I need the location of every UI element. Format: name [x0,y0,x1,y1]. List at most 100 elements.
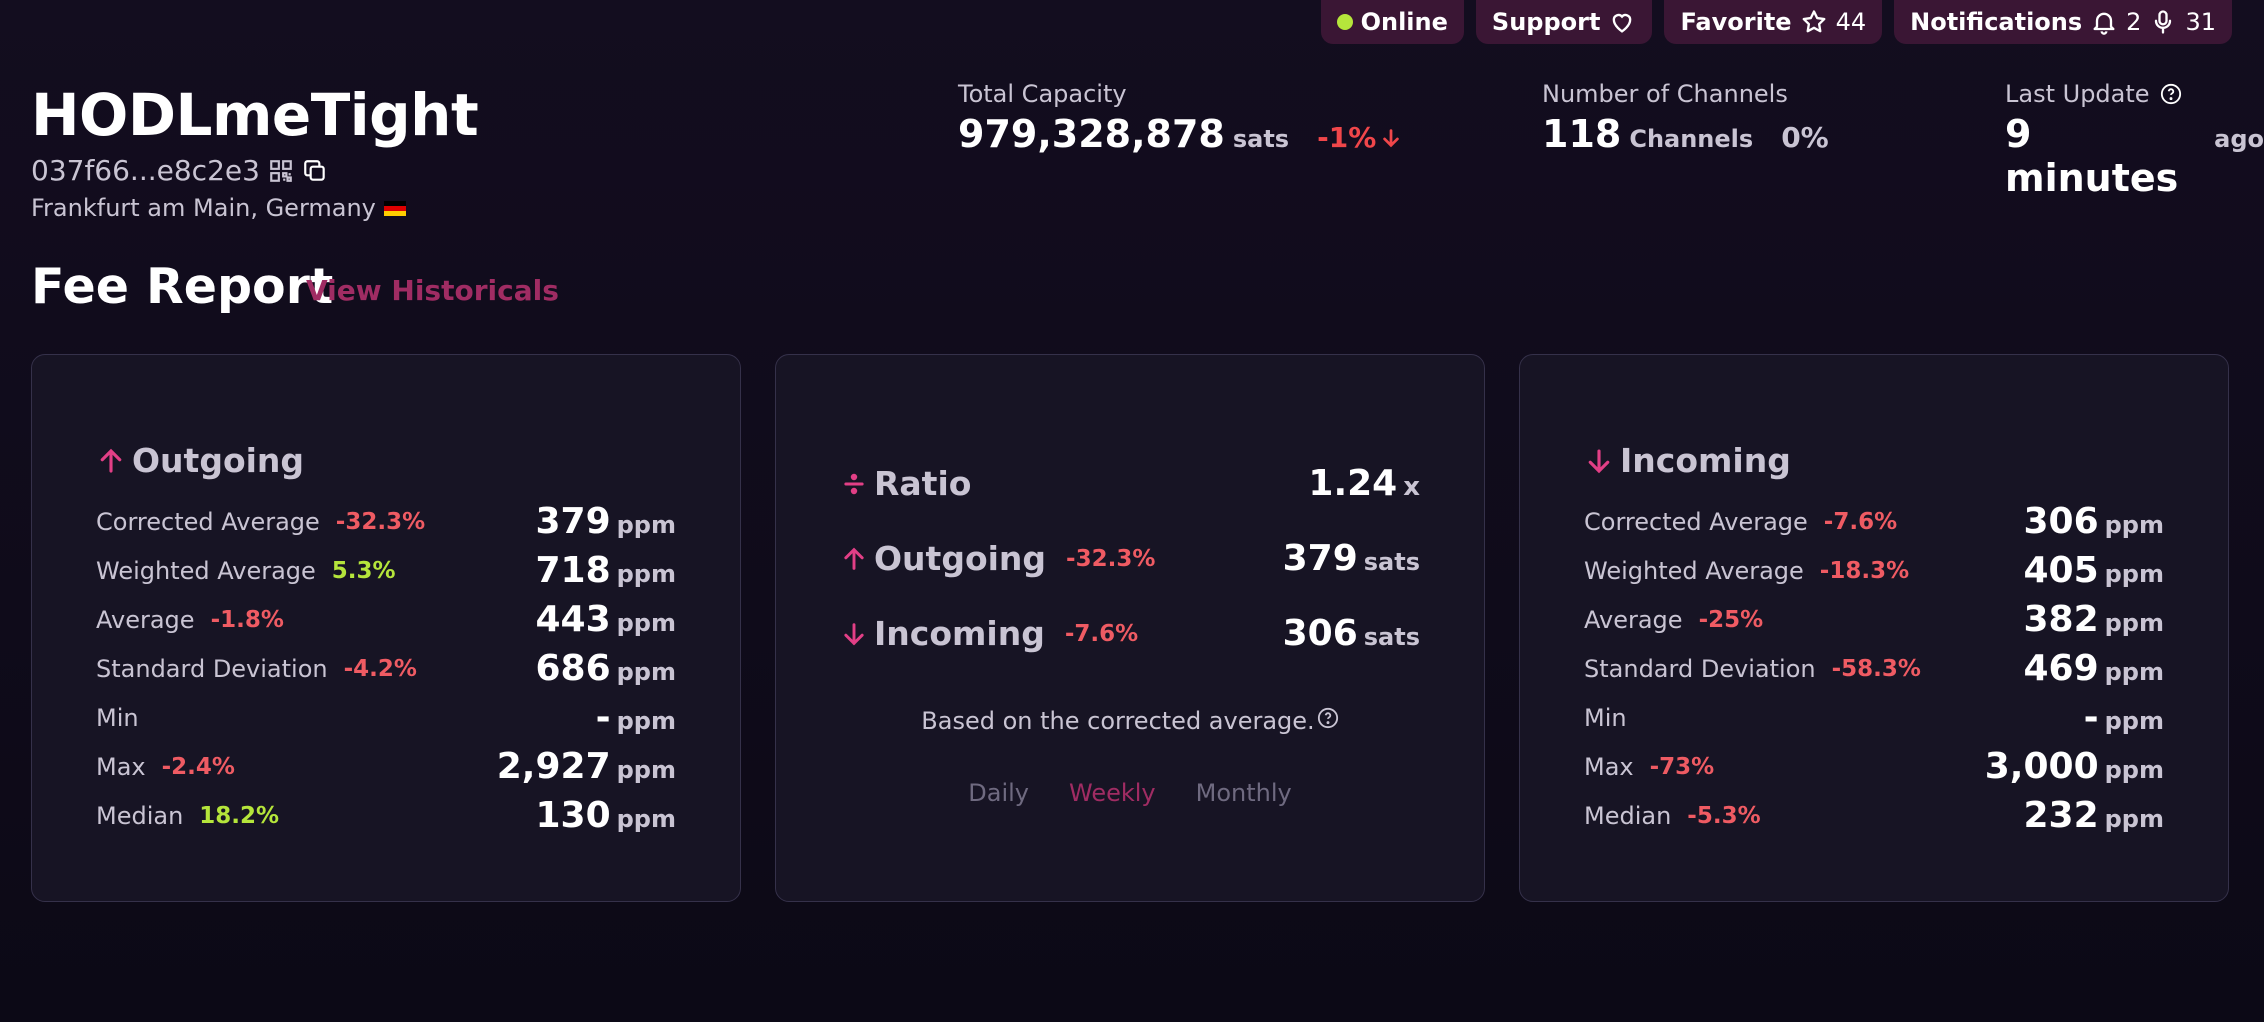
row-label: Median [96,801,184,830]
last-update-stat: Last Update 9 minutes ago [2005,80,2264,200]
row-label: Min [96,703,139,732]
row-change: -4.2% [343,655,417,682]
row-value: 686 [535,648,611,689]
outgoing-card: Outgoing Corrected Average -32.3% 379 ppm … [31,354,741,902]
incoming-title: Incoming [1620,441,1791,480]
notifications-label: Notifications [1910,8,2083,36]
ratio-card: Ratio 1.24 x Outgoing -32.3% 379 sats In… [775,354,1485,902]
table-row: Corrected Average -32.3% 379 ppm [96,497,676,546]
last-update-unit: ago [2214,125,2264,153]
bell-icon [2093,12,2115,35]
row-unit: ppm [2104,756,2164,784]
table-row: Weighted Average -18.3% 405 ppm [1584,546,2164,595]
row-unit: ppm [2104,511,2164,539]
arrow-down-icon [1588,448,1610,473]
qr-code-icon[interactable] [268,158,294,184]
incoming-header: Incoming [1584,441,1791,480]
incoming-rows: Corrected Average -7.6% 306 ppm Weighted A… [1584,497,2164,840]
node-alias: HODLmeTight [31,81,479,149]
row-value: 379 [535,501,611,542]
row-change: -7.6% [1823,508,1898,535]
star-icon [1802,10,1826,33]
total-capacity-unit: sats [1232,125,1290,153]
ratio-incoming-row: Incoming -7.6% 306 sats [840,613,1420,654]
support-button[interactable]: Support [1475,0,1653,44]
total-capacity-change-value: -1% [1317,121,1377,154]
tab-weekly[interactable]: Weekly [1069,779,1156,807]
last-update-value: 9 minutes [2005,112,2179,200]
ratio-note-text: Based on the corrected average. [921,707,1315,735]
total-capacity-label: Total Capacity [958,80,1127,108]
help-circle-icon[interactable] [2160,83,2182,105]
row-label: Average [1584,605,1683,634]
online-status-pill[interactable]: Online [1320,0,1464,44]
ratio-incoming-value: 306 [1282,613,1358,654]
row-value: - [2083,697,2099,738]
row-value: 232 [2023,795,2099,836]
row-change: 5.3% [331,557,396,584]
row-change: 18.2% [199,802,280,829]
row-label: Weighted Average [1584,556,1804,585]
row-label: Max [96,752,146,781]
notifications-mic-count: 31 [2185,8,2216,36]
row-unit: ppm [616,658,676,686]
ratio-outgoing-label: Outgoing [874,539,1047,578]
divide-icon [844,473,864,494]
ratio-note: Based on the corrected average. [776,707,1484,735]
table-row: Corrected Average -7.6% 306 ppm [1584,497,2164,546]
notifications-bell-count: 2 [2126,8,2142,36]
copy-icon[interactable] [302,158,328,184]
channels-stat: Number of Channels 118 Channels 0% [1542,80,1829,156]
row-change: -25% [1698,606,1764,633]
outgoing-header: Outgoing [96,441,304,480]
row-value: 718 [535,550,611,591]
last-update-label: Last Update [2005,80,2150,108]
row-label: Max [1584,752,1634,781]
status-dot-icon [1336,14,1353,30]
row-label: Standard Deviation [96,654,328,683]
row-unit: ppm [2104,707,2164,735]
help-circle-icon[interactable] [1317,707,1339,729]
row-label: Corrected Average [1584,507,1808,536]
row-label: Median [1584,801,1672,830]
row-unit: ppm [616,560,676,588]
row-unit: ppm [2104,560,2164,588]
arrow-down-icon [1383,128,1400,147]
row-value: 443 [535,599,611,640]
ratio-incoming-change: -7.6% [1064,620,1139,647]
node-pubkey: 037f66...e8c2e3 [31,154,260,187]
table-row: Max -2.4% 2,927 ppm [96,742,676,791]
arrow-up-icon [844,547,864,570]
arrow-down-icon [844,622,864,645]
online-label: Online [1360,8,1448,36]
ratio-unit: x [1403,472,1420,502]
row-value: 2,927 [496,746,611,787]
total-capacity-value: 979,328,878 [958,112,1225,156]
outgoing-rows: Corrected Average -32.3% 379 ppm Weighted … [96,497,676,840]
table-row: Average -1.8% 443 ppm [96,595,676,644]
row-change: -5.3% [1687,802,1761,829]
row-value: 469 [2023,648,2099,689]
notifications-button[interactable]: Notifications 2 31 [1894,0,2232,44]
row-value: 382 [2023,599,2099,640]
ratio-row: Ratio 1.24 x [840,463,1420,504]
table-row: Standard Deviation -58.3% 469 ppm [1584,644,2164,693]
row-change: -18.3% [1819,557,1910,584]
row-change: -1.8% [210,606,284,633]
table-row: Min - ppm [1584,693,2164,742]
row-label: Min [1584,703,1627,732]
total-capacity-stat: Total Capacity 979,328,878 sats -1% [958,80,1402,156]
view-historicals-link[interactable]: View Historicals [306,274,559,307]
favorite-button[interactable]: Favorite 44 [1664,0,1883,44]
tab-monthly[interactable]: Monthly [1196,779,1292,807]
heart-icon [1613,13,1632,33]
row-change: -2.4% [161,753,235,780]
microphone-icon [2155,10,2172,34]
table-row: Max -73% 3,000 ppm [1584,742,2164,791]
row-label: Standard Deviation [1584,654,1816,683]
row-label: Corrected Average [96,507,320,536]
table-row: Standard Deviation -4.2% 686 ppm [96,644,676,693]
row-value: 3,000 [1984,746,2099,787]
tab-daily[interactable]: Daily [968,779,1029,807]
germany-flag-icon [383,200,406,216]
